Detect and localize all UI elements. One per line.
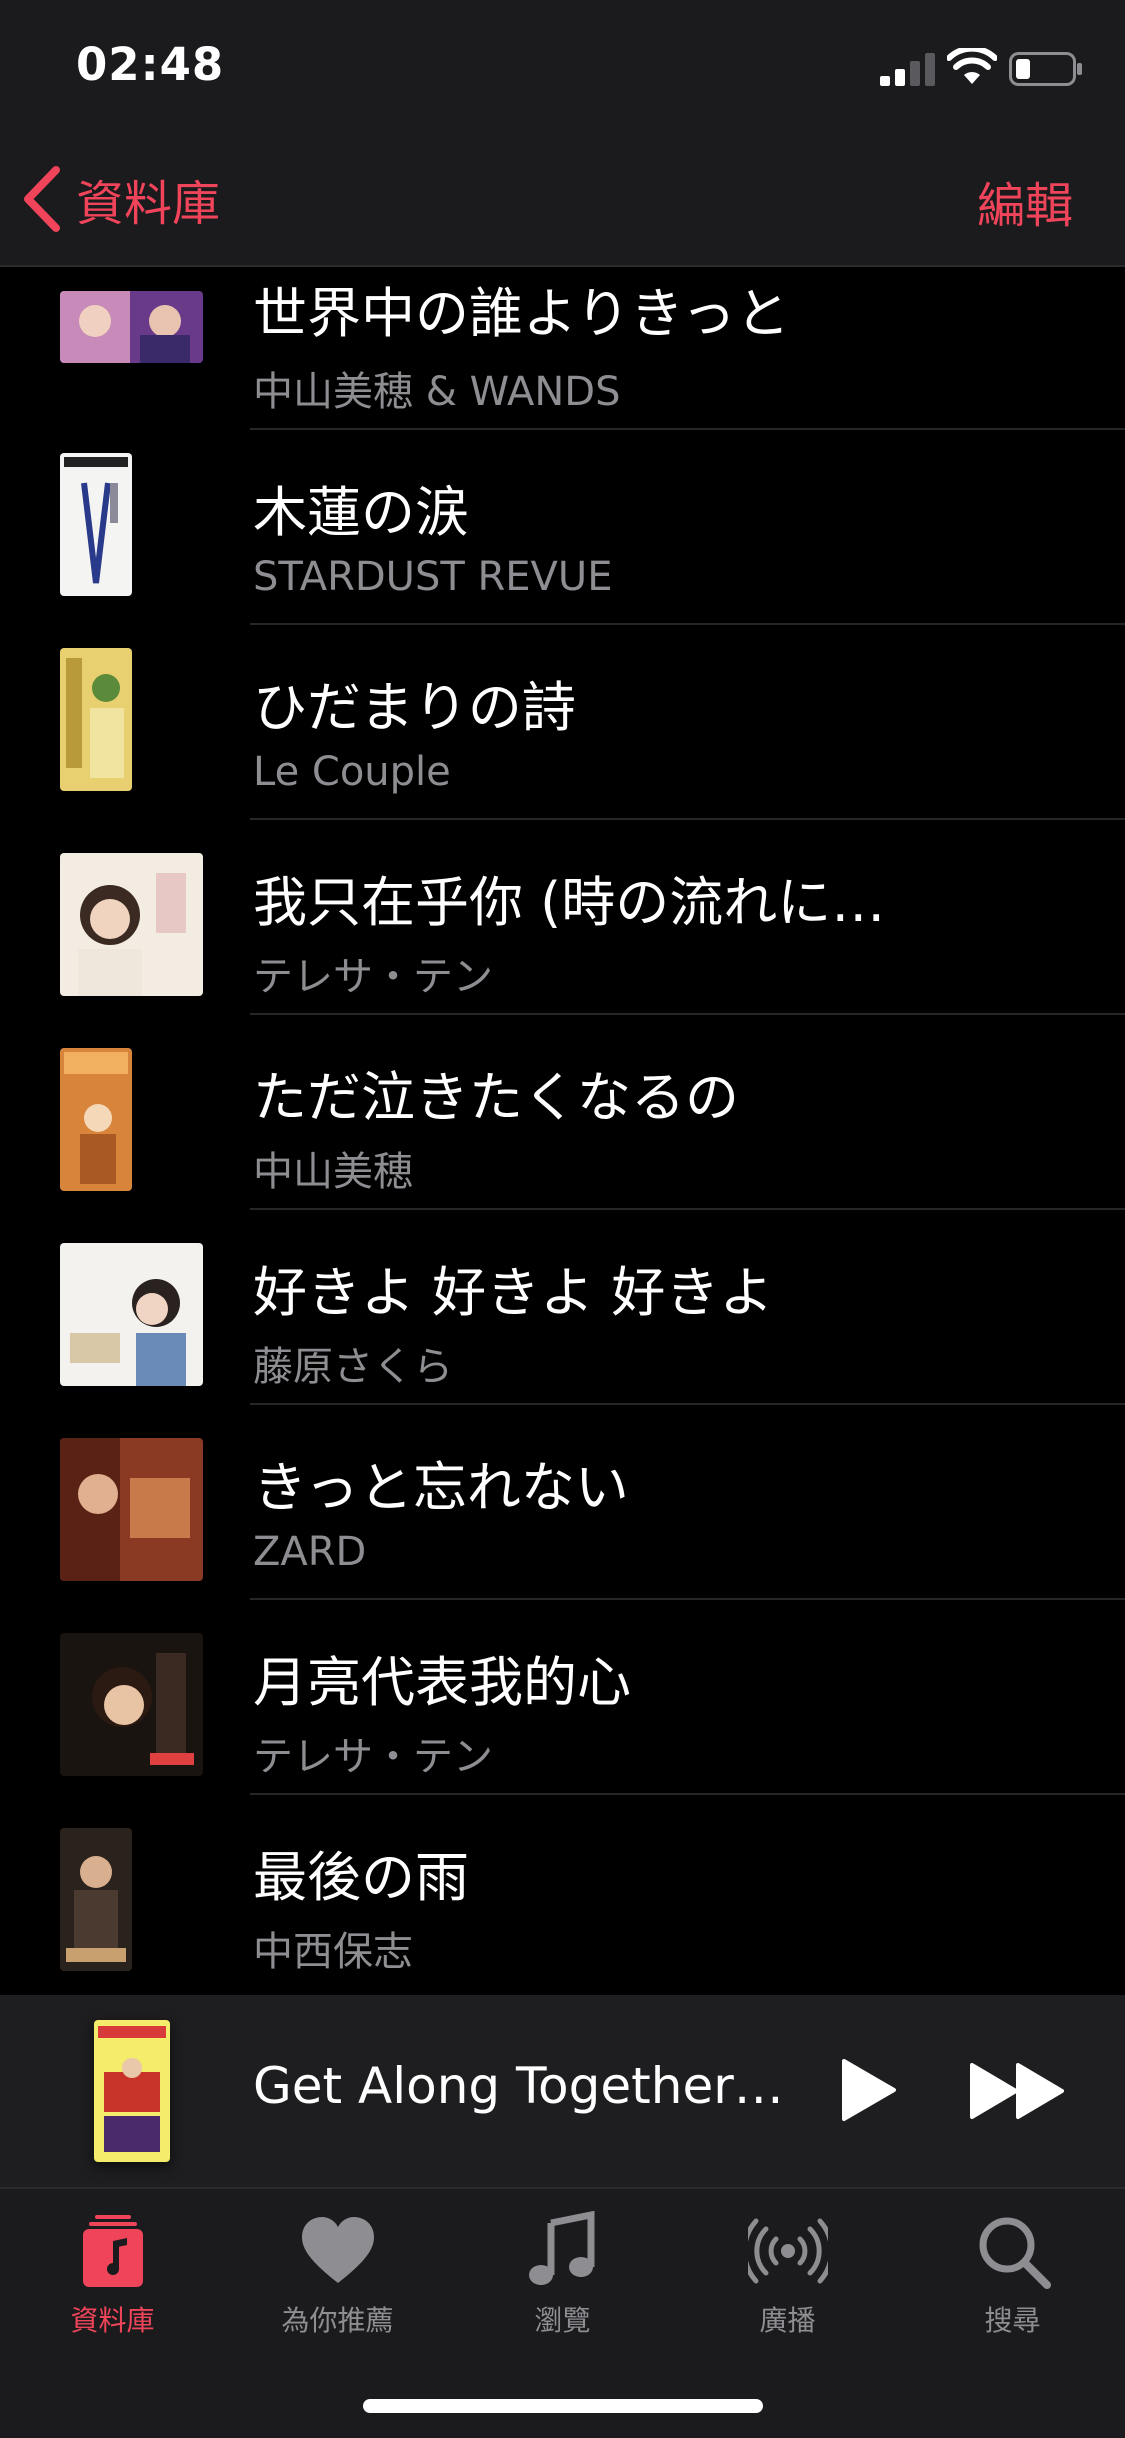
play-icon[interactable] [838,2057,898,2123]
tab-label: 廣播 [759,2304,816,2337]
song-artist: 中山美穂 & WANDS [253,369,621,415]
album-art [60,291,203,363]
fast-forward-icon[interactable] [968,2061,1068,2121]
tab-for-you[interactable]: 為你推薦 [225,2211,450,2339]
song-title: 木蓮の涙 [253,481,469,544]
album-art [60,648,132,791]
song-artist: 中西保志 [253,1929,413,1975]
song-title: ただ泣きたくなるの [253,1066,739,1129]
song-row[interactable]: 我只在乎你 (時の流れに… テレサ・テン [0,820,1125,1015]
song-title: 最後の雨 [253,1846,469,1909]
song-row[interactable]: ひだまりの詩 Le Couple [0,625,1125,820]
album-art [60,1048,132,1191]
cellular-signal-icon [880,53,935,86]
album-art [60,1633,203,1776]
song-row[interactable]: 世界中の誰よりきっと 中山美穂 & WANDS [0,265,1125,430]
song-artist: テレサ・テン [253,954,493,1000]
song-title: 世界中の誰よりきっと [253,282,790,345]
now-playing-album-art [94,2020,170,2162]
album-art [60,1438,203,1581]
radio-broadcast-icon [747,2218,828,2284]
status-time: 02:48 [76,38,225,91]
tab-library[interactable]: 資料庫 [0,2211,225,2339]
song-title: 我只在乎你 (時の流れに… [253,871,886,934]
song-row[interactable]: 好きよ 好きよ 好きよ 藤原さくら [0,1210,1125,1405]
tab-radio[interactable]: 廣播 [675,2211,900,2339]
now-playing-title: Get Along Together… [253,2057,784,2115]
search-icon [979,2217,1051,2289]
music-note-icon [528,2211,594,2285]
song-artist: 藤原さくら [253,1344,453,1390]
edit-button[interactable]: 編輯 [977,166,1073,236]
song-title: 好きよ 好きよ 好きよ [253,1261,774,1324]
top-bar: 02:48 資料庫 編輯 [0,0,1125,267]
song-list: 世界中の誰よりきっと 中山美穂 & WANDS 木蓮の涙 STARDUST RE… [0,265,1125,1995]
album-art [60,853,203,996]
library-icon [82,2215,143,2287]
song-row[interactable]: 最後の雨 中西保志 [0,1795,1125,1990]
chevron-left-icon [24,166,60,232]
back-button[interactable]: 資料庫 [22,160,220,238]
wifi-icon [947,48,997,84]
song-artist: ZARD [253,1529,367,1575]
song-artist: 中山美穂 [253,1149,413,1195]
tab-label: 瀏覽 [534,2304,591,2337]
song-row[interactable]: ただ泣きたくなるの 中山美穂 [0,1015,1125,1210]
tab-search[interactable]: 搜尋 [900,2211,1125,2339]
song-row[interactable]: 木蓮の涙 STARDUST REVUE [0,430,1125,625]
tab-browse[interactable]: 瀏覽 [450,2211,675,2339]
mini-player[interactable]: Get Along Together… [0,1995,1125,2187]
song-artist: Le Couple [253,749,451,795]
home-indicator[interactable] [363,2399,763,2413]
album-art [60,1243,203,1386]
battery-icon [1009,52,1082,86]
song-title: 月亮代表我的心 [253,1651,631,1714]
album-art [60,1828,132,1971]
song-title: きっと忘れない [253,1456,629,1519]
song-artist: STARDUST REVUE [253,554,613,600]
song-row[interactable]: 月亮代表我的心 テレサ・テン [0,1600,1125,1795]
back-button-label: 資料庫 [76,176,221,232]
heart-icon [301,2217,374,2283]
album-art [60,453,132,596]
tab-label: 資料庫 [70,2304,155,2337]
song-artist: テレサ・テン [253,1734,493,1780]
tab-label: 搜尋 [984,2304,1041,2337]
song-row[interactable]: きっと忘れない ZARD [0,1405,1125,1600]
song-title: ひだまりの詩 [253,676,576,739]
tab-label: 為你推薦 [281,2304,394,2337]
